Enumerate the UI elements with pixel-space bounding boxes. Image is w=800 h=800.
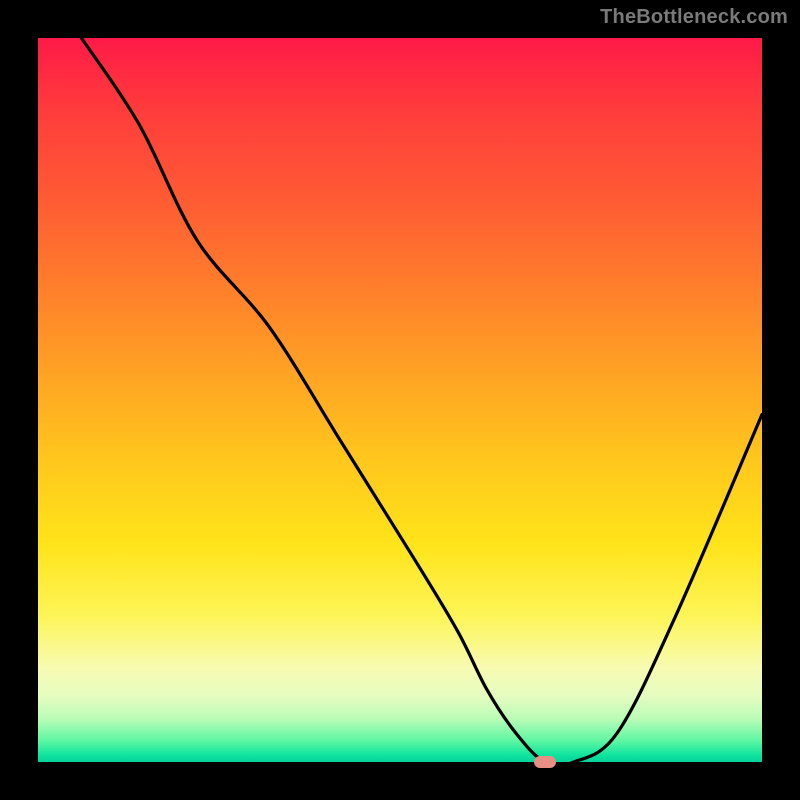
- watermark-text: TheBottleneck.com: [600, 6, 788, 29]
- optimum-marker: [534, 756, 556, 768]
- chart-frame: TheBottleneck.com: [0, 0, 800, 800]
- bottleneck-curve: [38, 38, 762, 762]
- chart-plot-area: [38, 38, 762, 762]
